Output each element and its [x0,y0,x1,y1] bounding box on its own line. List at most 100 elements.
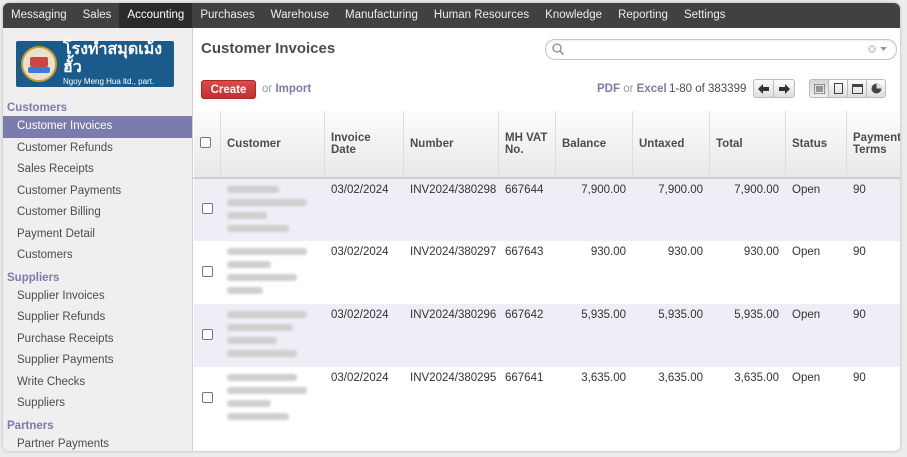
list-icon [813,83,825,94]
redacted-customer-name [227,248,318,294]
sidebar-item-customer-payments[interactable]: Customer Payments [3,181,192,203]
sidebar-item-partner-payments[interactable]: Partner Payments [3,434,192,452]
balance-cell: 3,635.00 [555,367,633,430]
list-view-button[interactable] [809,79,829,98]
column-header-customer[interactable]: Customer [220,111,325,179]
column-header-mh-vat-no[interactable]: MH VAT No. [498,111,556,179]
company-emblem-icon [21,46,57,82]
row-checkbox[interactable] [201,391,213,403]
search-options-icon[interactable] [865,42,891,56]
menu-sales[interactable]: Sales [75,3,120,28]
sidebar-item-payment-detail[interactable]: Payment Detail [3,224,192,246]
sidebar-item-supplier-invoices[interactable]: Supplier Invoices [3,286,192,308]
import-link[interactable]: Import [275,83,311,95]
row-select-cell[interactable] [193,367,221,430]
column-header-payment-terms[interactable]: Payment Terms [846,111,900,179]
sidebar-item-suppliers[interactable]: Suppliers [3,393,192,415]
menu-warehouse[interactable]: Warehouse [263,3,337,28]
vat-number-cell: 667641 [498,367,556,430]
row-checkbox[interactable] [201,328,213,340]
top-menu: Messaging Sales Accounting Purchases Warehou… [3,3,900,28]
sidebar-nav: Customers Customer Invoices Customer Refun… [3,97,192,451]
untaxed-cell: 3,635.00 [632,367,710,430]
status-cell: Open [785,304,847,367]
excel-export-link[interactable]: Excel [637,83,667,95]
status-cell: Open [785,241,847,304]
pdf-export-link[interactable]: PDF [597,83,620,95]
graph-view-button[interactable] [866,79,886,98]
menu-accounting[interactable]: Accounting [119,3,193,28]
row-checkbox[interactable] [201,203,213,214]
form-icon [833,83,843,94]
column-header-balance[interactable]: Balance [555,111,633,179]
search-box[interactable] [545,39,897,60]
customer-cell [220,367,325,430]
row-select-cell[interactable] [193,241,221,304]
invoice-number-cell: INV2024/380295 [403,367,499,430]
table-row[interactable]: 03/02/2024 INV2024/380295 667641 3,635.00 3,… [193,367,900,430]
menu-manufacturing[interactable]: Manufacturing [337,3,426,28]
sidebar-item-customer-refunds[interactable]: Customer Refunds [3,138,192,160]
calendar-view-button[interactable] [847,79,867,98]
invoice-table: Customer Invoice Date Number MH VAT No. Bala… [193,111,900,430]
top-menu-bar: Messaging Sales Accounting Purchases Warehou… [3,3,900,28]
invoice-number-cell: INV2024/380298 [403,178,499,241]
form-view-button[interactable] [828,79,848,98]
menu-knowledge[interactable]: Knowledge [537,3,610,28]
menu-settings[interactable]: Settings [676,3,734,28]
payment-terms-cell: 90 [846,241,900,304]
row-select-cell[interactable] [193,178,221,241]
status-cell: Open [785,178,847,241]
select-all-checkbox[interactable] [199,137,211,148]
vat-number-cell: 667642 [498,304,556,367]
arrow-left-icon [758,83,769,94]
column-header-untaxed[interactable]: Untaxed [632,111,710,179]
sidebar-item-sales-receipts[interactable]: Sales Receipts [3,159,192,181]
column-header-total[interactable]: Total [709,111,786,179]
sidebar: โรงทำสมุดเม้งฮั้ว Ngoy Meng Hua ltd., pa… [3,28,193,451]
redacted-customer-name [227,374,318,420]
calendar-icon [851,84,863,94]
row-select-cell[interactable] [193,304,221,367]
sidebar-item-purchase-receipts[interactable]: Purchase Receipts [3,329,192,351]
total-cell: 5,935.00 [709,304,786,367]
company-logo-text: โรงทำสมุดเม้งฮั้ว Ngoy Meng Hua ltd., pa… [63,41,174,87]
sidebar-item-write-checks[interactable]: Write Checks [3,372,192,394]
next-page-button[interactable] [774,79,795,98]
balance-cell: 930.00 [555,241,633,304]
table-row[interactable]: 03/02/2024 INV2024/380297 667643 930.00 930.… [193,241,900,304]
sidebar-item-customer-billing[interactable]: Customer Billing [3,202,192,224]
menu-messaging[interactable]: Messaging [3,3,75,28]
sidebar-section-customers: Customers [7,102,68,114]
create-button[interactable]: Create [201,80,256,99]
menu-human-resources[interactable]: Human Resources [426,3,537,28]
table-header-row: Customer Invoice Date Number MH VAT No. Bala… [193,111,900,179]
sidebar-item-customers[interactable]: Customers [3,245,192,267]
customer-cell [220,304,325,367]
total-cell: 930.00 [709,241,786,304]
pager-range[interactable]: 1-80 of 383399 [669,83,746,95]
menu-purchases[interactable]: Purchases [192,3,262,28]
logo-line-1: โรงทำสมุดเม้งฮั้ว [63,41,163,76]
column-header-number[interactable]: Number [403,111,499,179]
total-cell: 7,900.00 [709,178,786,241]
sidebar-item-supplier-payments[interactable]: Supplier Payments [3,350,192,372]
select-all-cell[interactable] [193,111,221,179]
import-area: or Import [262,83,311,95]
sidebar-item-customer-invoices[interactable]: Customer Invoices [3,116,192,138]
column-header-invoice-date[interactable]: Invoice Date [324,111,404,179]
company-logo[interactable]: โรงทำสมุดเม้งฮั้ว Ngoy Meng Hua ltd., pa… [16,41,174,87]
row-checkbox[interactable] [201,265,213,277]
balance-cell: 5,935.00 [555,304,633,367]
sidebar-item-supplier-refunds[interactable]: Supplier Refunds [3,307,192,329]
balance-cell: 7,900.00 [555,178,633,241]
search-input[interactable] [566,41,870,59]
search-icon [552,43,565,56]
arrow-right-icon [778,83,790,94]
page-title: Customer Invoices [201,40,336,57]
previous-page-button[interactable] [753,79,774,98]
menu-reporting[interactable]: Reporting [610,3,676,28]
table-row[interactable]: 03/02/2024 INV2024/380298 667644 7,900.00 7,… [193,178,900,241]
column-header-status[interactable]: Status [785,111,847,179]
table-row[interactable]: 03/02/2024 INV2024/380296 667642 5,935.00 5,… [193,304,900,367]
